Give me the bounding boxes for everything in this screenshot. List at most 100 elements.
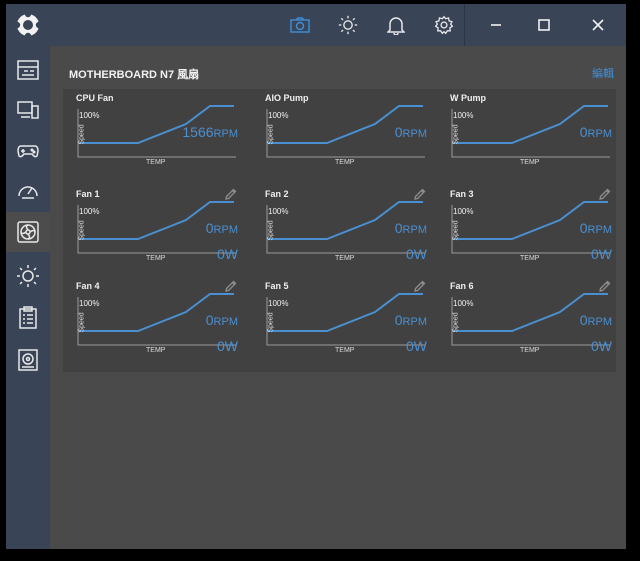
fan-rpm-readout: 0RPM (580, 124, 612, 140)
speed-axis-label: Speed (78, 124, 86, 145)
screenshot-button[interactable] (278, 4, 322, 46)
fan-rpm-readout: 0RPM (206, 220, 238, 236)
fan-name: Fan 4 (76, 281, 100, 291)
fan-rpm-readout: 0RPM (395, 220, 427, 236)
fan-rpm-readout: 0RPM (206, 312, 238, 328)
temp-axis-label: TEMP (335, 159, 355, 166)
fan-rpm-unit: RPM (402, 224, 427, 236)
fan-rpm-value: 0 (394, 124, 403, 140)
gear-icon (434, 15, 454, 35)
fan-icon (17, 221, 39, 243)
speed-axis-label: Speed (267, 220, 275, 241)
temp-axis-label: TEMP (520, 347, 540, 354)
gamepad-icon (17, 145, 39, 158)
speed-axis-label: Speed (452, 312, 460, 333)
fan-rpm-readout: 0RPM (395, 124, 427, 140)
pencil-icon[interactable] (224, 187, 238, 201)
fan-name: AIO Pump (265, 93, 309, 103)
pencil-icon[interactable] (413, 187, 427, 201)
sidebar-item-monitor[interactable] (6, 90, 50, 130)
sidebar-item-fan[interactable] (6, 212, 50, 252)
fan-rpm-value: 0 (579, 312, 588, 328)
pencil-icon[interactable] (598, 279, 612, 293)
fan-card[interactable]: Fan 2 100% Speed TEMP 0RPM 0W (265, 187, 427, 273)
fan-power-value: 0W (406, 246, 427, 262)
fan-power-value: 0W (406, 338, 427, 354)
fan-rpm-value: 0 (394, 220, 403, 236)
sidebar-item-gauge[interactable] (6, 170, 50, 210)
sidebar (6, 4, 50, 549)
fan-power-value: 0W (217, 338, 238, 354)
app-window: MOTHERBOARD N7 風扇 編輯 CPU Fan 100% Speed TEM… (6, 4, 626, 549)
brightness-button[interactable] (326, 4, 370, 46)
dashboard-icon (17, 60, 39, 80)
fan-name: CPU Fan (76, 93, 114, 103)
fan-name: Fan 6 (450, 281, 474, 291)
fan-rpm-unit: RPM (402, 128, 427, 140)
fan-rpm-unit: RPM (213, 316, 238, 328)
fan-card[interactable]: Fan 1 100% Speed TEMP 0RPM 0W (76, 187, 238, 273)
pencil-icon[interactable] (598, 187, 612, 201)
minimize-button[interactable] (474, 4, 518, 46)
fan-card[interactable]: Fan 5 100% Speed TEMP 0RPM 0W (265, 279, 427, 365)
fan-rpm-value: 1566 (182, 124, 214, 140)
monitor-icon (17, 101, 39, 119)
speed-axis-label: Speed (267, 312, 275, 333)
fan-rpm-unit: RPM (213, 128, 238, 140)
fan-rpm-unit: RPM (587, 224, 612, 236)
bell-icon (387, 17, 405, 35)
brightness-icon (338, 15, 358, 35)
sidebar-item-clipboard[interactable] (6, 298, 50, 338)
speed-axis-label: Speed (452, 220, 460, 241)
temp-axis-label: TEMP (146, 347, 166, 354)
logo-icon (14, 11, 42, 39)
temp-axis-label: TEMP (520, 255, 540, 262)
fan-card[interactable]: CPU Fan 100% Speed TEMP 1566RPM (76, 91, 238, 177)
notifications-button[interactable] (374, 4, 418, 46)
fan-power-value: 0W (591, 246, 612, 262)
page-title: MOTHERBOARD N7 風扇 (69, 69, 200, 81)
fan-card[interactable]: W Pump 100% Speed TEMP 0RPM (450, 91, 612, 177)
pencil-icon[interactable] (224, 279, 238, 293)
app-logo[interactable] (6, 4, 50, 46)
fan-name: Fan 2 (265, 189, 289, 199)
sidebar-item-gamepad[interactable] (6, 130, 50, 170)
fan-name: W Pump (450, 93, 486, 103)
temp-axis-label: TEMP (146, 159, 166, 166)
fan-card[interactable]: Fan 6 100% Speed TEMP 0RPM 0W (450, 279, 612, 365)
fan-card[interactable]: Fan 3 100% Speed TEMP 0RPM 0W (450, 187, 612, 273)
sidebar-item-dashboard[interactable] (6, 50, 50, 90)
maximize-icon (538, 19, 550, 31)
fan-rpm-unit: RPM (587, 316, 612, 328)
speed-axis-label: Speed (78, 312, 86, 333)
settings-button[interactable] (422, 4, 466, 46)
pencil-icon[interactable] (413, 279, 427, 293)
temp-axis-label: TEMP (146, 255, 166, 262)
title-bar-separator (464, 4, 465, 46)
fan-rpm-unit: RPM (213, 224, 238, 236)
sidebar-item-disk[interactable] (6, 340, 50, 380)
speed-axis-label: Speed (452, 124, 460, 145)
close-icon (592, 19, 604, 31)
fan-rpm-readout: 0RPM (580, 220, 612, 236)
close-button[interactable] (576, 4, 620, 46)
fan-power-value: 0W (591, 338, 612, 354)
fan-rpm-readout: 0RPM (580, 312, 612, 328)
fan-panel: CPU Fan 100% Speed TEMP 1566RPM AIO Pump 100% S… (63, 89, 616, 372)
main-content: MOTHERBOARD N7 風扇 編輯 CPU Fan 100% Speed TEM… (50, 46, 626, 549)
fan-name: Fan 3 (450, 189, 474, 199)
fan-power-value: 0W (217, 246, 238, 262)
clipboard-icon (19, 306, 37, 329)
gauge-icon (18, 186, 38, 199)
sidebar-item-brightness[interactable] (6, 256, 50, 296)
disk-icon (18, 349, 38, 371)
fan-rpm-value: 0 (394, 312, 403, 328)
fan-card[interactable]: AIO Pump 100% Speed TEMP 0RPM (265, 91, 427, 177)
edit-link[interactable]: 編輯 (592, 65, 614, 81)
fan-name: Fan 5 (265, 281, 289, 291)
fan-card[interactable]: Fan 4 100% Speed TEMP 0RPM 0W (76, 279, 238, 365)
fan-rpm-value: 0 (579, 220, 588, 236)
temp-axis-label: TEMP (520, 159, 540, 166)
fan-rpm-value: 0 (205, 312, 214, 328)
maximize-button[interactable] (522, 4, 566, 46)
